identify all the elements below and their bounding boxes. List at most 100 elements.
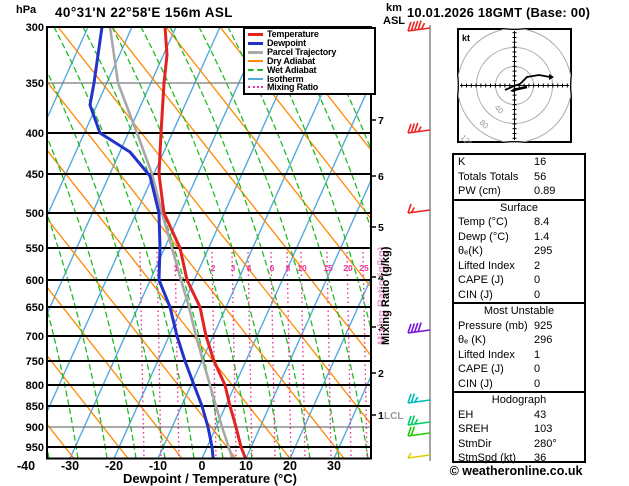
pressure-tick-label: 900	[26, 422, 44, 434]
hodograph: kt4080120	[457, 28, 572, 143]
mixing-ratio-label: 15	[323, 263, 333, 273]
table-row: CAPE (J) 0	[454, 362, 584, 377]
table-row-value: 43	[534, 408, 547, 421]
table-row: CAPE (J) 0	[454, 273, 584, 288]
mixing-ratio-label: 20	[343, 263, 353, 273]
mixing-ratio-label: 4	[247, 263, 252, 273]
table-row-value: 925	[534, 319, 553, 332]
legend-item: Mixing Ratio	[248, 82, 374, 93]
legend-item-label: Mixing Ratio	[267, 82, 319, 93]
km-tick-label: 2	[378, 368, 384, 380]
table-section: Hodograph EH 43 SREH 103 StmDir 280° StmSpd (kt…	[454, 391, 584, 466]
table-row: Lifted Index 2	[454, 259, 584, 274]
km-tick-label: 7	[378, 115, 384, 127]
hodograph-unit-label: kt	[462, 33, 470, 43]
table-row: Temp (°C) 8.4	[454, 215, 584, 230]
table-row-label: CIN (J)	[458, 288, 493, 301]
table-row-value: 0	[534, 274, 541, 286]
pressure-tick-label: 700	[26, 331, 44, 343]
table-row-label: EH	[458, 408, 474, 421]
temperature-axis: -40 -30 -20 -10 0 10 20 30Dewpoint / Temperatur…	[17, 459, 341, 486]
wind-barb	[407, 452, 431, 459]
indices-table: K 16 Totals Totals 56 PW (cm) 0.89 Surface Temp…	[452, 153, 586, 466]
legend-item: Temperature	[248, 29, 374, 39]
mixing-ratio-label: 1	[174, 263, 179, 273]
table-row-label: CIN (J)	[458, 377, 493, 390]
mixing-ratio-label: 8	[286, 263, 291, 273]
table-row-value: 0	[534, 288, 541, 301]
table-row-value: 1	[534, 348, 541, 361]
legend-line-sample	[248, 59, 263, 62]
legend-item: Wet Adiabat	[248, 65, 374, 75]
table-row: CIN (J) 0	[454, 288, 584, 303]
wet-adiabat-line	[0, 27, 20, 459]
table-section-header: Hodograph	[491, 394, 547, 406]
mixing-ratio-label: 10	[297, 263, 307, 273]
pressure-tick-label: 350	[26, 78, 44, 90]
table-row-value: 1.4	[534, 230, 550, 243]
legend-line-sample	[248, 86, 263, 89]
lcl-label: LCL	[384, 411, 403, 422]
skewt-sounding-page: 1 2 3 4 6 8 10 15 20 25 300 350 400 450 500 550 600 650 70…	[0, 0, 629, 486]
wind-barb	[407, 20, 431, 32]
table-row-label: PW (cm)	[458, 185, 501, 197]
table-row-label: Totals Totals	[458, 170, 519, 183]
table-row-label: Dewp (°C)	[458, 230, 509, 243]
table-row-value: 0.89	[534, 185, 556, 197]
wind-barb	[407, 426, 431, 437]
wind-barb	[407, 415, 431, 426]
table-row-label: Temp (°C)	[458, 216, 508, 228]
table-row-value: 0	[534, 377, 541, 390]
table-row: StmDir 280°	[454, 437, 584, 452]
legend-item: Dewpoint	[248, 38, 374, 48]
table-row-label: θₑ (K)	[458, 334, 486, 346]
table-section-header: Surface	[500, 201, 538, 214]
table-row-value: 0	[534, 363, 541, 375]
pressure-axis-labels: 300 350 400 450 500 550 600 650 700 750 800 850 900 9…	[26, 22, 44, 454]
copyright-text: © weatheronline.co.uk	[449, 464, 583, 478]
table-row: SREH 103	[454, 422, 584, 437]
table-row: Pressure (mb) 925	[454, 319, 584, 334]
table-row: EH 43	[454, 408, 584, 423]
pressure-tick-label: 750	[26, 356, 44, 368]
table-row-value: 295	[534, 245, 553, 257]
table-row: K 16	[454, 155, 584, 170]
legend-line-sample	[248, 41, 263, 45]
legend-item: Parcel Trajectory	[248, 47, 374, 57]
mixing-ratio-label: 2	[211, 263, 216, 273]
legend-item: Dry Adiabat	[248, 56, 374, 66]
table-row-label: CAPE (J)	[458, 274, 504, 286]
mixing-axis-label: Mixing Ratio (g/kg)	[380, 246, 392, 345]
legend-line-sample	[248, 50, 263, 54]
legend-item: Isotherm	[248, 74, 374, 84]
wind-barb	[407, 322, 431, 334]
table-row-value: 296	[534, 334, 553, 346]
mixing-ratio-label: 25	[359, 263, 369, 273]
pressure-tick-label: 850	[26, 401, 44, 413]
table-row-value: 56	[534, 170, 547, 183]
legend-line-sample	[248, 77, 263, 80]
table-row-label: Pressure (mb)	[458, 319, 528, 332]
pressure-tick-label: 650	[26, 302, 44, 314]
table-row: Dewp (°C) 1.4	[454, 230, 584, 245]
table-row: Lifted Index 1	[454, 348, 584, 363]
km-tick-label: 6	[378, 171, 384, 183]
table-row-label: K	[458, 156, 466, 168]
table-row-label: Lifted Index	[458, 259, 515, 272]
pressure-tick-label: 800	[26, 380, 44, 392]
wind-barb	[407, 203, 431, 214]
table-row-value: 280°	[534, 437, 557, 450]
table-section: Most Unstable Pressure (mb) 925 θₑ (K) 296 Li…	[454, 302, 584, 391]
pressure-tick-label: 600	[26, 275, 44, 287]
legend-line-sample	[248, 68, 263, 71]
temperature-tick-label: -30	[61, 459, 79, 473]
pressure-tick-label: 550	[26, 243, 44, 255]
legend-box: Temperature Dewpoint Parcel Trajectory Dry …	[243, 27, 376, 95]
wind-barb	[407, 393, 431, 404]
table-row-value: 103	[534, 423, 553, 435]
table-row: Totals Totals 56	[454, 170, 584, 185]
table-row-value: 2	[534, 259, 541, 272]
wind-barb-column	[407, 20, 431, 461]
table-row-label: SREH	[458, 423, 489, 435]
temperature-tick-label: -40	[17, 459, 35, 473]
